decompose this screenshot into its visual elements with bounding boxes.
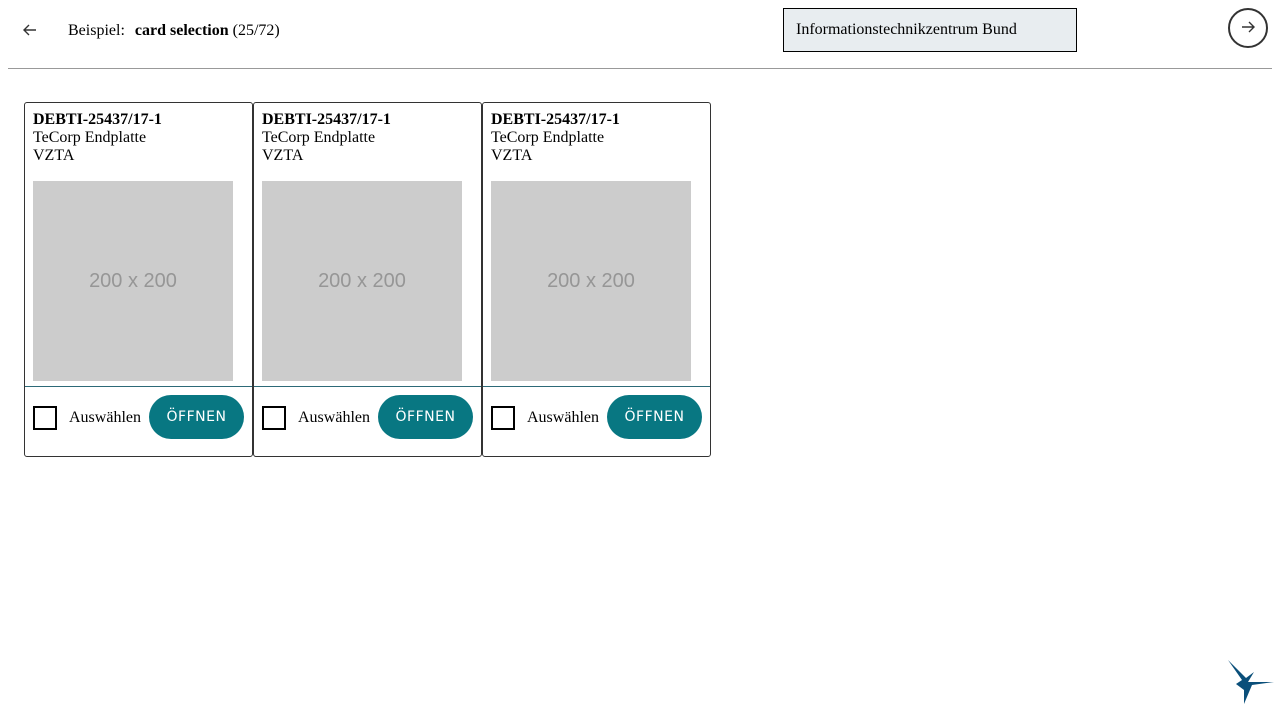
card-footer: Auswählen ÖFFNEN — [25, 387, 252, 449]
select-label: Auswählen — [69, 409, 141, 426]
card-image-placeholder: 200 x 200 — [33, 181, 233, 381]
card: DEBTI-25437/17-1 TeCorp Endplatte VZTA 2… — [482, 102, 711, 457]
card-type: VZTA — [262, 147, 304, 164]
placeholder-label: 200 x 200 — [89, 269, 177, 292]
open-button[interactable]: ÖFFNEN — [149, 395, 244, 439]
card-type: VZTA — [491, 147, 533, 164]
card-manufacturer: TeCorp Endplatte — [491, 129, 605, 146]
example-name: card selection — [134, 22, 229, 39]
select-checkbox[interactable] — [262, 406, 286, 430]
card-id: DEBTI-25437/17-1 — [491, 111, 620, 128]
example-prefix: Beispiel: — [68, 22, 125, 39]
card-id: DEBTI-25437/17-1 — [33, 111, 162, 128]
card: DEBTI-25437/17-1 TeCorp Endplatte VZTA 2… — [253, 102, 482, 457]
select-label: Auswählen — [527, 409, 599, 426]
select-checkbox[interactable] — [491, 406, 515, 430]
card-body: DEBTI-25437/17-1 TeCorp Endplatte VZTA 2… — [254, 103, 481, 387]
example-count: (25/72) — [232, 22, 280, 39]
card-type: VZTA — [33, 147, 75, 164]
select-label: Auswählen — [298, 409, 370, 426]
theme-select[interactable]: Informationstechnikzentrum Bund — [783, 8, 1077, 52]
top-bar: Beispiel: card selection (25/72) Informa… — [0, 0, 1280, 60]
hummingbird-logo-icon — [1226, 658, 1276, 708]
back-button[interactable] — [10, 11, 50, 51]
select-checkbox[interactable] — [33, 406, 57, 430]
card-body: DEBTI-25437/17-1 TeCorp Endplatte VZTA 2… — [25, 103, 252, 387]
card-id: DEBTI-25437/17-1 — [262, 111, 391, 128]
header-divider — [8, 68, 1272, 69]
arrow-right-icon — [1240, 20, 1256, 37]
card-footer: Auswählen ÖFFNEN — [254, 387, 481, 449]
placeholder-label: 200 x 200 — [547, 269, 635, 292]
card-image-placeholder: 200 x 200 — [491, 181, 691, 381]
card-body: DEBTI-25437/17-1 TeCorp Endplatte VZTA 2… — [483, 103, 710, 387]
card-footer: Auswählen ÖFFNEN — [483, 387, 710, 449]
card-image-placeholder: 200 x 200 — [262, 181, 462, 381]
open-button[interactable]: ÖFFNEN — [607, 395, 702, 439]
card-list: DEBTI-25437/17-1 TeCorp Endplatte VZTA 2… — [24, 102, 711, 457]
theme-select-value: Informationstechnikzentrum Bund — [796, 21, 1017, 38]
next-button[interactable] — [1228, 8, 1268, 48]
open-button[interactable]: ÖFFNEN — [378, 395, 473, 439]
arrow-left-icon — [22, 23, 38, 40]
card-manufacturer: TeCorp Endplatte — [262, 129, 376, 146]
card: DEBTI-25437/17-1 TeCorp Endplatte VZTA 2… — [24, 102, 253, 457]
card-manufacturer: TeCorp Endplatte — [33, 129, 147, 146]
placeholder-label: 200 x 200 — [318, 269, 406, 292]
example-title: Beispiel: card selection (25/72) — [68, 21, 280, 41]
